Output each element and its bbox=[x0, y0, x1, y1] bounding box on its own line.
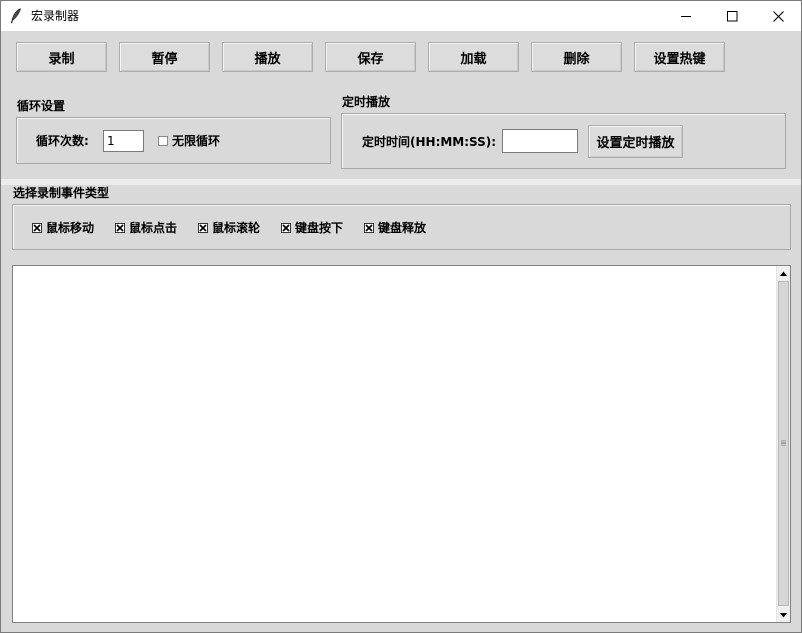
log-text-area[interactable] bbox=[12, 265, 791, 623]
event-types-title: 选择录制事件类型 bbox=[13, 186, 110, 200]
loop-count-input[interactable]: 1 bbox=[103, 130, 144, 152]
mouse-move-checkbox[interactable] bbox=[32, 223, 42, 233]
scroll-down-button[interactable] bbox=[777, 608, 790, 622]
arrow-up-icon bbox=[780, 271, 787, 276]
grip-icon bbox=[781, 440, 786, 446]
minimize-icon bbox=[680, 15, 691, 17]
set-hotkey-button[interactable]: 设置热键 bbox=[634, 42, 725, 72]
pause-button[interactable]: 暂停 bbox=[119, 42, 210, 72]
separator bbox=[1, 179, 801, 185]
mouse-wheel-checkbox[interactable] bbox=[198, 223, 208, 233]
key-release-label: 键盘释放 bbox=[378, 221, 427, 235]
check-x-icon bbox=[33, 224, 41, 232]
infinite-loop-checkbox[interactable] bbox=[158, 136, 168, 146]
delete-button[interactable]: 删除 bbox=[531, 42, 622, 72]
load-button[interactable]: 加载 bbox=[428, 42, 519, 72]
infinite-loop-label: 无限循环 bbox=[172, 134, 221, 148]
bottom-edge bbox=[1, 623, 801, 632]
scroll-up-button[interactable] bbox=[777, 266, 790, 280]
macro-recorder-window: 宏录制器 录制 暂停 播放 保存 加载 删除 设置热键 循环设置 循环次数: 1… bbox=[0, 0, 802, 633]
minimize-button[interactable] bbox=[663, 1, 709, 31]
title-bar[interactable]: 宏录制器 bbox=[1, 1, 801, 31]
maximize-button[interactable] bbox=[709, 1, 755, 31]
save-button[interactable]: 保存 bbox=[325, 42, 416, 72]
schedule-time-label: 定时时间(HH:MM:SS): bbox=[362, 135, 497, 149]
check-x-icon bbox=[282, 224, 290, 232]
check-x-icon bbox=[365, 224, 373, 232]
window-title: 宏录制器 bbox=[31, 9, 80, 23]
record-button[interactable]: 录制 bbox=[16, 42, 107, 72]
check-x-icon bbox=[199, 224, 207, 232]
close-button[interactable] bbox=[755, 1, 801, 31]
set-schedule-button[interactable]: 设置定时播放 bbox=[588, 125, 683, 158]
key-press-label: 键盘按下 bbox=[295, 221, 344, 235]
loop-settings-title: 循环设置 bbox=[17, 99, 66, 113]
mouse-click-label: 鼠标点击 bbox=[129, 221, 178, 235]
vertical-scrollbar[interactable] bbox=[776, 266, 790, 622]
schedule-time-input[interactable] bbox=[502, 129, 578, 153]
close-icon bbox=[772, 10, 784, 22]
mouse-move-label: 鼠标移动 bbox=[46, 221, 95, 235]
loop-count-label: 循环次数: bbox=[36, 134, 89, 148]
feather-icon bbox=[10, 8, 21, 24]
mouse-wheel-label: 鼠标滚轮 bbox=[212, 221, 261, 235]
schedule-title: 定时播放 bbox=[342, 95, 391, 109]
maximize-icon bbox=[726, 10, 737, 21]
scrollbar-thumb[interactable] bbox=[778, 281, 789, 606]
play-button[interactable]: 播放 bbox=[222, 42, 313, 72]
arrow-down-icon bbox=[780, 612, 787, 617]
mouse-click-checkbox[interactable] bbox=[115, 223, 125, 233]
key-release-checkbox[interactable] bbox=[364, 223, 374, 233]
check-x-icon bbox=[116, 224, 124, 232]
key-press-checkbox[interactable] bbox=[281, 223, 291, 233]
